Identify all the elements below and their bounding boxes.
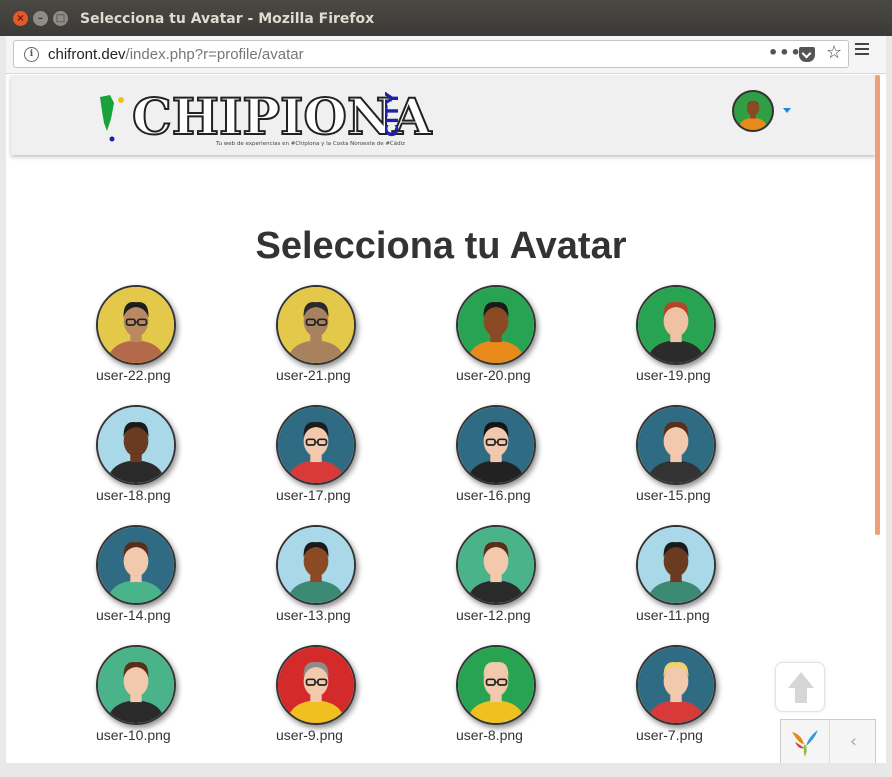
window-title: Selecciona tu Avatar - Mozilla Firefox <box>80 11 375 27</box>
avatar-option[interactable]: user-7.png <box>636 645 756 755</box>
avatar-option[interactable]: user-22.png <box>96 285 216 395</box>
logo-map-icon <box>100 95 124 142</box>
logo-tagline: Tu web de experiencias en #Chipiona y la… <box>216 141 406 147</box>
avatar-option[interactable]: user-18.png <box>96 405 216 515</box>
url-text[interactable]: chifront.dev/index.php?r=profile/avatar <box>48 46 304 63</box>
avatar-filename: user-8.png <box>456 727 523 743</box>
avatar-illustration <box>278 527 354 603</box>
avatar-image[interactable] <box>276 645 356 725</box>
avatar-option[interactable]: user-20.png <box>456 285 576 395</box>
avatar-filename: user-11.png <box>636 607 710 623</box>
avatar-image[interactable] <box>456 405 536 485</box>
debug-toolbar: ‹ <box>780 719 876 763</box>
avatar-filename: user-19.png <box>636 367 711 383</box>
avatar-option[interactable]: user-9.png <box>276 645 396 755</box>
avatar-filename: user-22.png <box>96 367 171 383</box>
avatar-illustration <box>98 647 174 723</box>
avatar-filename: user-12.png <box>456 607 531 623</box>
star-icon[interactable]: ☆ <box>826 42 842 63</box>
avatar-filename: user-20.png <box>456 367 531 383</box>
site-header: CHIPIONA CITY Tu web de experiencias en … <box>11 75 876 155</box>
avatar-illustration <box>278 407 354 483</box>
avatar-filename: user-15.png <box>636 487 711 503</box>
avatar-illustration <box>278 647 354 723</box>
avatar-illustration <box>638 407 714 483</box>
hamburger-menu-icon[interactable] <box>855 43 869 58</box>
url-domain: chifront.dev <box>48 46 126 63</box>
window-controls: × – □ <box>13 11 68 26</box>
avatar-image[interactable] <box>456 285 536 365</box>
url-path: /index.php?r=profile/avatar <box>125 46 304 63</box>
avatar-image[interactable] <box>636 525 716 605</box>
page-scrollbar-thumb[interactable] <box>875 75 880 535</box>
avatar-image[interactable] <box>276 405 356 485</box>
user-menu-avatar[interactable] <box>732 90 774 132</box>
avatar-image[interactable] <box>96 525 176 605</box>
window-border-right <box>886 36 892 777</box>
url-bar[interactable]: i chifront.dev/index.php?r=profile/avata… <box>13 40 849 68</box>
avatar-filename: user-14.png <box>96 607 171 623</box>
avatar-option[interactable]: user-13.png <box>276 525 396 635</box>
avatar-filename: user-17.png <box>276 487 351 503</box>
avatar-filename: user-18.png <box>96 487 171 503</box>
avatar-option[interactable]: user-8.png <box>456 645 576 755</box>
avatar-illustration <box>458 527 534 603</box>
avatar-filename: user-16.png <box>456 487 531 503</box>
chevron-down-icon[interactable] <box>783 108 791 113</box>
avatar-image[interactable] <box>96 285 176 365</box>
avatar-illustration <box>98 407 174 483</box>
browser-toolbar: i chifront.dev/index.php?r=profile/avata… <box>6 36 886 74</box>
minimize-window-button[interactable]: – <box>33 11 48 26</box>
window-titlebar: × – □ Selecciona tu Avatar - Mozilla Fir… <box>0 0 892 36</box>
pocket-icon[interactable] <box>799 47 815 62</box>
chevron-left-icon[interactable]: ‹ <box>829 720 877 763</box>
avatar-filename: user-10.png <box>96 727 171 743</box>
avatar-illustration <box>458 407 534 483</box>
page-viewport: CHIPIONA CITY Tu web de experiencias en … <box>6 75 886 763</box>
scroll-top-icon[interactable] <box>775 662 825 712</box>
avatar-illustration <box>638 527 714 603</box>
avatar-option[interactable]: user-17.png <box>276 405 396 515</box>
avatar-illustration <box>638 647 714 723</box>
page-actions-menu-icon[interactable]: ••• <box>768 43 802 62</box>
avatar-illustration <box>98 287 174 363</box>
avatar-option[interactable]: user-19.png <box>636 285 756 395</box>
avatar-image[interactable] <box>456 645 536 725</box>
avatar-option[interactable]: user-12.png <box>456 525 576 635</box>
avatar-illustration <box>98 527 174 603</box>
avatar-image[interactable] <box>96 645 176 725</box>
avatar-option[interactable]: user-10.png <box>96 645 216 755</box>
avatar-image[interactable] <box>276 525 356 605</box>
avatar-image[interactable] <box>456 525 536 605</box>
avatar-filename: user-21.png <box>276 367 351 383</box>
site-logo[interactable]: CHIPIONA CITY Tu web de experiencias en … <box>96 88 432 151</box>
avatar-illustration <box>278 287 354 363</box>
info-icon[interactable]: i <box>24 47 39 62</box>
avatar-illustration <box>458 287 534 363</box>
close-window-button[interactable]: × <box>13 11 28 26</box>
avatar-image[interactable] <box>636 405 716 485</box>
avatar-filename: user-7.png <box>636 727 703 743</box>
avatar-option[interactable]: user-14.png <box>96 525 216 635</box>
avatar-illustration <box>458 647 534 723</box>
avatar-image[interactable] <box>276 285 356 365</box>
avatar-image[interactable] <box>636 645 716 725</box>
avatar-option[interactable]: user-15.png <box>636 405 756 515</box>
yii-logo-icon[interactable] <box>789 728 821 758</box>
window-border-bottom <box>0 763 892 777</box>
avatar-option[interactable]: user-21.png <box>276 285 396 395</box>
avatar-image[interactable] <box>636 285 716 365</box>
maximize-window-button[interactable]: □ <box>53 11 68 26</box>
avatar-illustration <box>638 287 714 363</box>
page-title: Selecciona tu Avatar <box>255 225 627 267</box>
avatar-filename: user-13.png <box>276 607 351 623</box>
avatar-filename: user-9.png <box>276 727 343 743</box>
avatar-option[interactable]: user-11.png <box>636 525 756 635</box>
avatar-option[interactable]: user-16.png <box>456 405 576 515</box>
avatar-image[interactable] <box>96 405 176 485</box>
logo-city: CITY <box>382 91 403 137</box>
current-user-avatar-image <box>738 100 768 130</box>
